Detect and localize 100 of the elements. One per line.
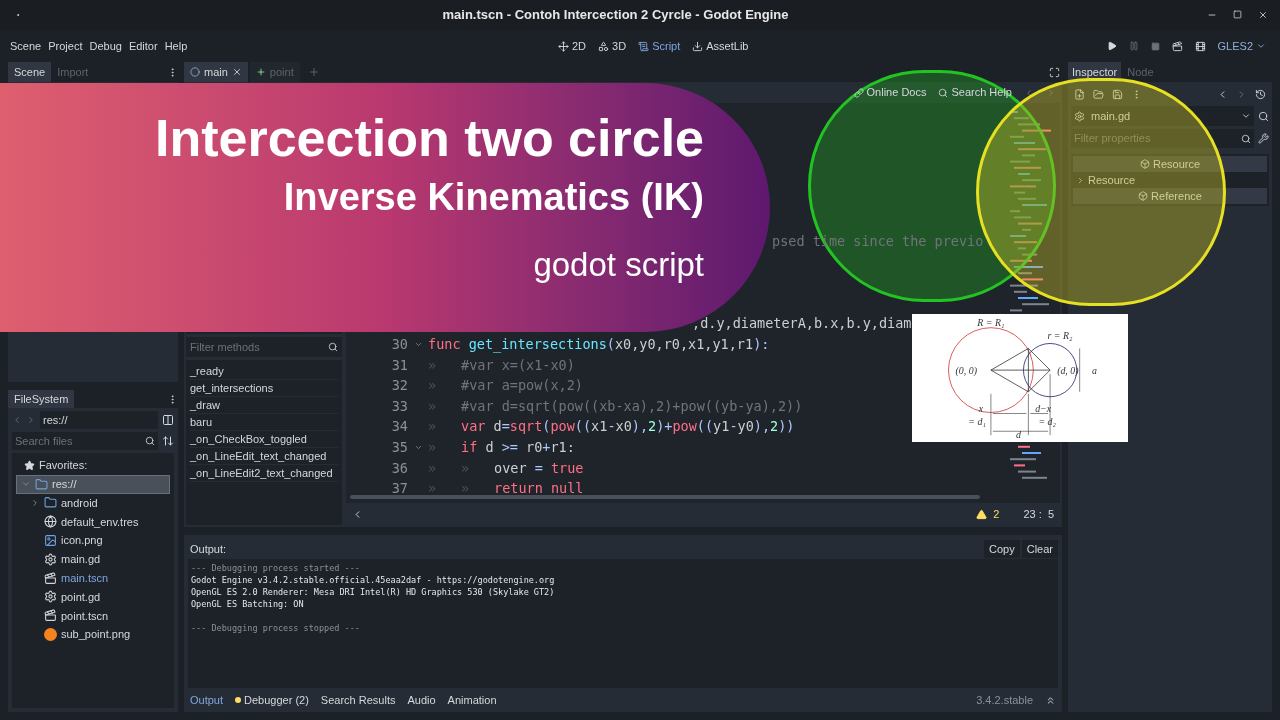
- star-icon: [24, 459, 35, 471]
- output-button[interactable]: Clear: [1021, 540, 1058, 558]
- figure-label: (0, 0): [955, 365, 977, 377]
- category-header: Resource: [1073, 156, 1267, 172]
- fullscreen-icon[interactable]: [1049, 66, 1060, 78]
- clapperboard-icon: [44, 571, 57, 585]
- file-item[interactable]: android: [26, 493, 170, 513]
- method-item[interactable]: _on_LineEdit2_text_changed: [190, 465, 338, 482]
- object-selector[interactable]: main.gd: [1071, 106, 1254, 126]
- new-file-icon[interactable]: [1074, 88, 1085, 100]
- line-number: 30: [390, 335, 408, 354]
- menu-item[interactable]: Project: [46, 37, 85, 55]
- line-number: 37: [390, 479, 408, 499]
- code-line: » #var x=(x1-x0): [428, 355, 575, 375]
- file-item[interactable]: res://: [16, 474, 170, 494]
- globe-icon: [44, 515, 57, 529]
- close-icon[interactable]: [1258, 10, 1268, 20]
- warning-icon: [976, 508, 988, 520]
- menu-item[interactable]: Scene: [8, 37, 44, 55]
- method-item[interactable]: baru: [190, 414, 338, 431]
- thumbnail-icon: [44, 628, 57, 642]
- panel-tab[interactable]: Debugger (2): [235, 691, 309, 709]
- method-item[interactable]: _on_LineEdit_text_changed: [190, 448, 338, 465]
- panel-tab[interactable]: Search Results: [320, 691, 396, 709]
- code-line: func get_intersections(x0,y0,r0,x1,y1,r1):: [428, 335, 770, 355]
- shapes-icon: [598, 40, 610, 52]
- caret-icon: [1241, 111, 1251, 121]
- forward-icon[interactable]: [1046, 87, 1056, 98]
- search-icon: [145, 436, 155, 446]
- search-icon: [328, 342, 338, 352]
- save-icon[interactable]: [1112, 88, 1123, 100]
- method-item[interactable]: get_intersections: [190, 380, 338, 397]
- path-field[interactable]: res://: [40, 411, 158, 429]
- code-line: » #var a=pow(x,2): [428, 376, 583, 396]
- method-item[interactable]: _draw: [190, 397, 338, 414]
- code-line: » var d=sqrt(pow((x1-x0),2)+pow((y1-y0),2)): [428, 417, 795, 437]
- figure-label: = d₁: [968, 416, 986, 428]
- gear-icon: [44, 590, 57, 604]
- panel-tab[interactable]: Audio: [407, 691, 436, 709]
- split-view-icon[interactable]: [162, 414, 174, 426]
- cube-icon: [1139, 159, 1150, 169]
- menu-item[interactable]: Editor: [126, 37, 160, 55]
- figure-label: r = R₂: [1047, 329, 1073, 341]
- dock-tab[interactable]: FileSystem: [8, 390, 75, 408]
- close-icon[interactable]: [231, 67, 242, 77]
- play-icon[interactable]: [1106, 41, 1117, 51]
- line-number: 32: [390, 376, 408, 396]
- history-icon[interactable]: [1255, 88, 1266, 100]
- file-item[interactable]: main.gd: [26, 550, 170, 569]
- dock-tab[interactable]: Inspector: [1068, 62, 1122, 82]
- figure-label: a: [1092, 365, 1097, 377]
- file-item[interactable]: icon.png: [26, 531, 170, 550]
- maximize-icon[interactable]: [1233, 10, 1242, 19]
- section-row[interactable]: Resource: [1073, 172, 1267, 188]
- menu-item[interactable]: Debug: [87, 37, 124, 55]
- file-item[interactable]: sub_point.png: [26, 625, 170, 644]
- back-icon[interactable]: [1024, 87, 1034, 98]
- renderer-dropdown[interactable]: GLES2: [1217, 37, 1266, 55]
- log-line: OpenGL ES Batching: ON: [191, 598, 305, 610]
- output-title: Output:: [189, 541, 228, 557]
- gear-icon: [44, 552, 57, 566]
- figure-label: d: [1016, 429, 1021, 441]
- method-item[interactable]: _on_CheckBox_toggled: [190, 431, 338, 448]
- editor-tab[interactable]: main: [184, 62, 248, 82]
- warning-count: 2: [993, 506, 1000, 522]
- category-header: Reference: [1073, 188, 1267, 204]
- line-number: 36: [390, 458, 408, 478]
- panel-tab[interactable]: Output: [190, 691, 224, 709]
- workspace-tab[interactable]: 2D: [558, 37, 587, 55]
- wrench-icon[interactable]: [1258, 133, 1269, 144]
- dock-tab[interactable]: Scene: [8, 62, 52, 82]
- clapperboard-icon[interactable]: [1171, 40, 1183, 52]
- workspace-tab[interactable]: 3D: [598, 37, 627, 55]
- folder-icon[interactable]: [1093, 88, 1104, 100]
- menu-item[interactable]: Help: [162, 37, 190, 55]
- sort-icon[interactable]: [162, 435, 174, 447]
- expand-panel-icon[interactable]: [1045, 694, 1056, 706]
- file-item[interactable]: point.gd: [26, 587, 170, 607]
- file-item[interactable]: main.tscn: [26, 568, 170, 588]
- output-button[interactable]: Copy: [984, 540, 1020, 558]
- toolbar-button[interactable]: Online Docs: [853, 84, 927, 101]
- workspace-tab[interactable]: AssetLib: [692, 37, 749, 55]
- workspace-tab[interactable]: Script: [638, 37, 681, 55]
- file-item[interactable]: default_env.tres: [26, 512, 170, 532]
- search-help-icon[interactable]: [1258, 110, 1269, 122]
- favorites-label: Favorites:: [39, 458, 88, 474]
- folder-icon: [35, 477, 48, 491]
- search-icon: [938, 87, 949, 98]
- file-item[interactable]: point.tscn: [26, 606, 170, 626]
- axes-icon: [558, 40, 569, 52]
- log-line: --- Debugging process stopped ---: [191, 622, 361, 634]
- stop-icon[interactable]: [1150, 41, 1160, 51]
- image-icon: [44, 534, 57, 548]
- film-icon[interactable]: [1194, 40, 1206, 52]
- download-icon: [692, 40, 704, 52]
- method-item[interactable]: _ready: [190, 363, 338, 380]
- line-number: 34: [390, 417, 408, 437]
- cube-icon: [1138, 191, 1149, 201]
- banner-caption: godot script: [533, 245, 704, 285]
- panel-tab[interactable]: Animation: [447, 691, 497, 709]
